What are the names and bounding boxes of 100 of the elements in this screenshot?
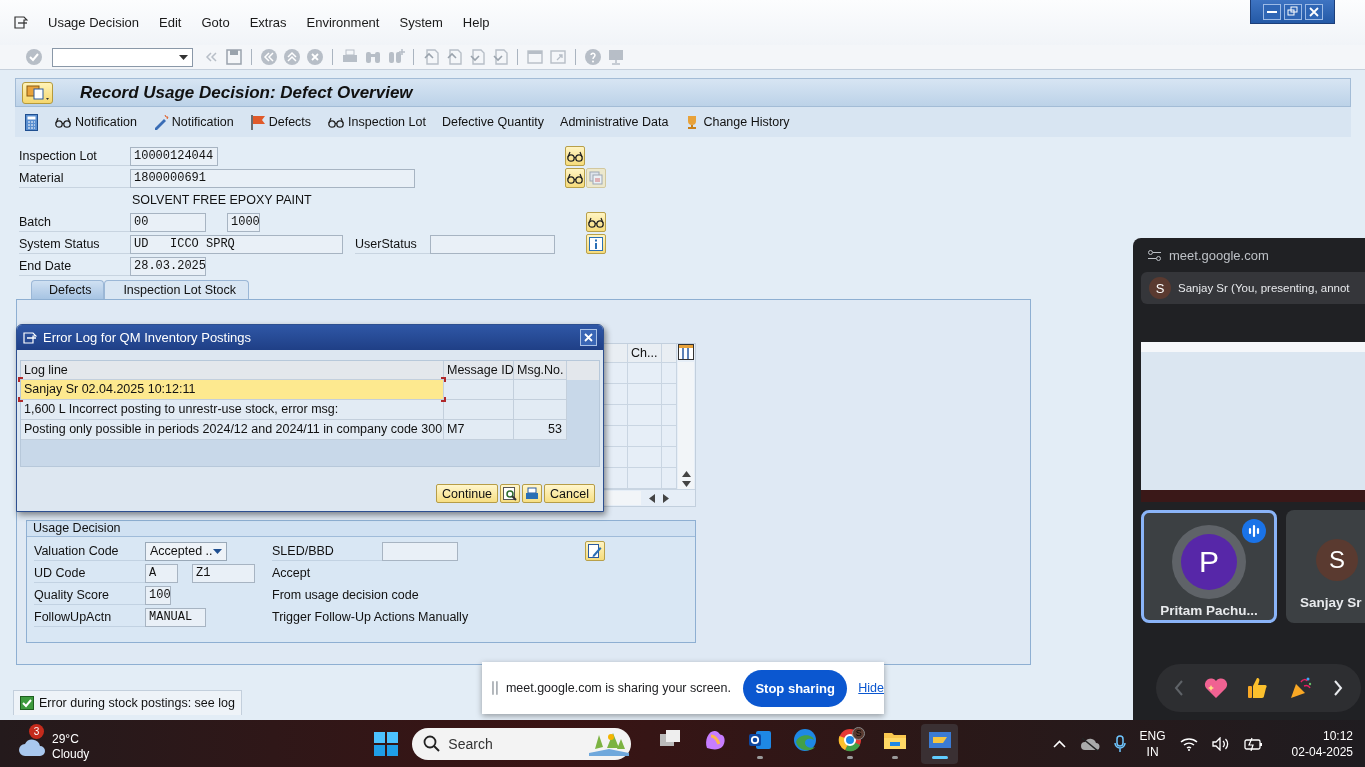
sparkling-heart-button[interactable] bbox=[1203, 677, 1228, 699]
volume-icon[interactable] bbox=[1211, 736, 1230, 751]
vertical-scrollbar[interactable] bbox=[678, 362, 694, 489]
language-indicator[interactable]: ENG IN bbox=[1139, 727, 1166, 760]
field-text: Trigger Follow-Up Actions Manually bbox=[272, 610, 469, 624]
notification-badge: 3 bbox=[29, 723, 44, 739]
display-button[interactable] bbox=[565, 168, 585, 188]
scroll-up-icon[interactable] bbox=[681, 471, 691, 477]
menu-item[interactable]: Help bbox=[462, 15, 490, 30]
table-cell[interactable]: Sanjay Sr 02.04.2025 10:12:11 bbox=[21, 380, 444, 400]
settings-icon[interactable] bbox=[1148, 249, 1161, 261]
restore-button[interactable] bbox=[1283, 3, 1302, 20]
horizontal-scrollbar[interactable] bbox=[601, 491, 641, 505]
tab[interactable]: Inspection Lot Stock bbox=[104, 280, 249, 299]
cancel-button[interactable]: Cancel bbox=[544, 484, 595, 503]
magnifier-icon bbox=[503, 486, 518, 501]
close-button[interactable] bbox=[1304, 3, 1323, 20]
thumbs-up-button[interactable] bbox=[1247, 677, 1270, 699]
glasses-icon bbox=[327, 116, 346, 128]
dropdown-caret-icon bbox=[179, 54, 188, 60]
print-button[interactable] bbox=[522, 484, 543, 503]
input-field[interactable]: 1800000691 bbox=[130, 168, 415, 188]
scroll-left-icon[interactable] bbox=[649, 493, 655, 503]
valuation-code-dropdown[interactable]: Accepted .. bbox=[145, 541, 227, 561]
battery-charging-icon[interactable] bbox=[1243, 736, 1264, 751]
participant-name: Pritam Pachu... bbox=[1160, 603, 1258, 618]
scroll-right-icon[interactable] bbox=[663, 493, 669, 503]
restore-icon bbox=[1286, 6, 1299, 17]
toolbar-button[interactable]: Inspection Lot bbox=[327, 115, 426, 129]
display-button[interactable] bbox=[586, 212, 606, 232]
menu-item[interactable]: Usage Decision bbox=[48, 15, 140, 30]
input-field[interactable]: 10000124044 bbox=[130, 146, 218, 166]
menu-icon[interactable] bbox=[14, 16, 28, 29]
input-field[interactable]: UD ICCO SPRQ bbox=[130, 234, 343, 254]
menu-item[interactable]: Edit bbox=[159, 15, 182, 30]
input-field[interactable]: 100 bbox=[145, 585, 171, 605]
party-popper-icon bbox=[1289, 676, 1314, 700]
glasses-icon bbox=[587, 216, 605, 228]
input-field[interactable]: 1000 bbox=[227, 212, 260, 232]
field-text: From usage decision code bbox=[272, 588, 419, 602]
toolbar-button[interactable]: Change History bbox=[684, 114, 790, 130]
toolbar-button[interactable]: Administrative Data bbox=[560, 115, 669, 129]
display-button[interactable] bbox=[565, 146, 585, 166]
minimize-button[interactable] bbox=[1262, 3, 1281, 20]
party-popper-button[interactable] bbox=[1289, 676, 1314, 700]
chevron-right-button[interactable] bbox=[1333, 680, 1344, 696]
participant-tile[interactable]: P Pritam Pachu... bbox=[1141, 510, 1277, 623]
table-cell[interactable]: 1,600 L Incorrect posting to unrestr-use stock, error msg: bbox=[21, 400, 444, 420]
taskbar-app[interactable] bbox=[921, 723, 959, 764]
column-header[interactable]: Message ID bbox=[444, 361, 514, 380]
edit-button[interactable] bbox=[585, 541, 605, 561]
toolbar-button[interactable]: Notification bbox=[54, 115, 137, 129]
column-layout-icon[interactable] bbox=[678, 344, 694, 360]
tab[interactable]: Defects bbox=[31, 280, 105, 299]
toolbar-button[interactable]: Defective Quantity bbox=[441, 115, 545, 129]
info-button[interactable] bbox=[586, 234, 606, 254]
table-cell bbox=[514, 400, 567, 420]
check-icon[interactable] bbox=[25, 48, 43, 66]
wifi-icon[interactable] bbox=[1179, 736, 1198, 751]
clock[interactable]: 10:12 02-04-2025 bbox=[1291, 727, 1353, 760]
menu-item[interactable]: Extras bbox=[249, 15, 287, 30]
screen-title: Record Usage Decision: Defect Overview bbox=[80, 82, 413, 103]
input-field[interactable] bbox=[382, 541, 458, 561]
input-field[interactable] bbox=[430, 234, 555, 254]
glasses-icon bbox=[566, 150, 584, 162]
command-field[interactable] bbox=[52, 47, 193, 67]
column-header[interactable]: Ch... bbox=[628, 344, 662, 362]
menu-item[interactable]: Environment bbox=[306, 15, 380, 30]
column-header[interactable]: Log line bbox=[21, 361, 444, 380]
menu-item[interactable]: System bbox=[399, 15, 443, 30]
find-button[interactable] bbox=[500, 484, 521, 503]
microphone-icon[interactable] bbox=[1113, 734, 1126, 753]
table-cell[interactable]: Posting only possible in periods 2024/12 and 2024/11 in company code 300 bbox=[21, 420, 444, 440]
close-button[interactable] bbox=[580, 329, 597, 346]
chevron-up-icon[interactable] bbox=[1052, 739, 1066, 748]
window-icon bbox=[23, 331, 37, 344]
flag-icon bbox=[249, 114, 266, 130]
toolbar-button[interactable]: Defects bbox=[249, 114, 312, 130]
toolbar-button[interactable]: Notification bbox=[152, 114, 234, 130]
drag-handle-icon[interactable] bbox=[492, 681, 498, 695]
column-header[interactable]: Msg.No. bbox=[514, 361, 567, 380]
hide-link[interactable]: Hide bbox=[858, 681, 884, 695]
input-field[interactable]: A bbox=[145, 563, 178, 583]
stop-sharing-button[interactable]: Stop sharing bbox=[743, 669, 848, 707]
input-field[interactable]: MANUAL bbox=[145, 607, 206, 627]
group-title: Usage Decision bbox=[27, 521, 695, 537]
weather-widget[interactable]: 3 29°C Cloudy bbox=[18, 722, 90, 765]
calculator-icon[interactable] bbox=[25, 113, 38, 131]
input-field[interactable]: Z1 bbox=[192, 563, 255, 583]
input-field[interactable]: 28.03.2025 bbox=[130, 256, 206, 276]
input-field[interactable]: 00 bbox=[130, 212, 206, 232]
windows-start-icon[interactable] bbox=[374, 731, 399, 756]
cloud-off-icon[interactable] bbox=[1079, 736, 1100, 751]
menu-item[interactable]: Goto bbox=[201, 15, 230, 30]
search-field[interactable]: Search bbox=[412, 727, 632, 760]
participant-tile[interactable]: S Sanjay Sr bbox=[1286, 510, 1365, 623]
continue-button[interactable]: Continue bbox=[436, 484, 499, 503]
sparkling-heart-icon bbox=[1203, 677, 1228, 699]
menu-button[interactable] bbox=[22, 81, 53, 104]
scroll-down-icon[interactable] bbox=[681, 481, 691, 487]
